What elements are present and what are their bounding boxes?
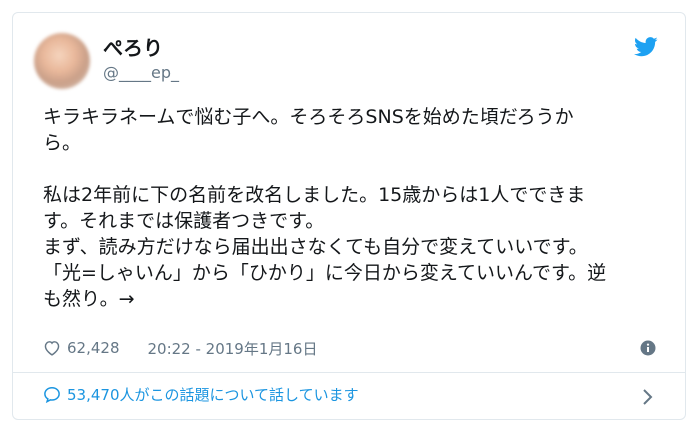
tweet-line: 私は2年前に下の名前を改名しました。15歳からは1人でできま [43,184,586,206]
tweet-meta: 62,428 20:22 - 2019年1月16日 [43,336,317,360]
tweet-line: まず、読み方だけなら届出出さなくても自分で変えていいです。 [43,236,588,258]
divider [12,372,686,373]
chevron-right-icon[interactable] [642,388,654,406]
speech-bubble-icon [44,386,60,403]
timestamp[interactable]: 20:22 - 2019年1月16日 [148,338,318,359]
twitter-bird-icon[interactable] [634,36,658,58]
info-icon[interactable] [640,340,656,356]
tweet-line: 「光=しゃいん」から「ひかり」に今日から変えていいんです。逆 [43,262,607,284]
tweet-line: ら。 [43,132,82,154]
display-name[interactable]: ぺろり [103,32,163,61]
tweet-line: す。それまでは保護者つきです。 [43,210,325,232]
tweet-line: も然り。→ [43,288,135,310]
user-handle[interactable]: @____ep_ [103,63,179,82]
conversation-link[interactable]: 53,470人がこの話題について話しています [43,384,359,405]
conversation-count-text[interactable]: 53,470人がこの話題について話しています [67,384,359,405]
tweet-text: キラキラネームで悩む子へ。そろそろSNSを始めた頃だろうか ら。 私は2年前に下… [43,104,663,312]
avatar[interactable] [34,33,90,89]
like-count[interactable]: 62,428 [67,339,120,357]
tweet-line: キラキラネームで悩む子へ。そろそろSNSを始めた頃だろうか [43,106,574,128]
heart-icon[interactable] [43,340,61,356]
